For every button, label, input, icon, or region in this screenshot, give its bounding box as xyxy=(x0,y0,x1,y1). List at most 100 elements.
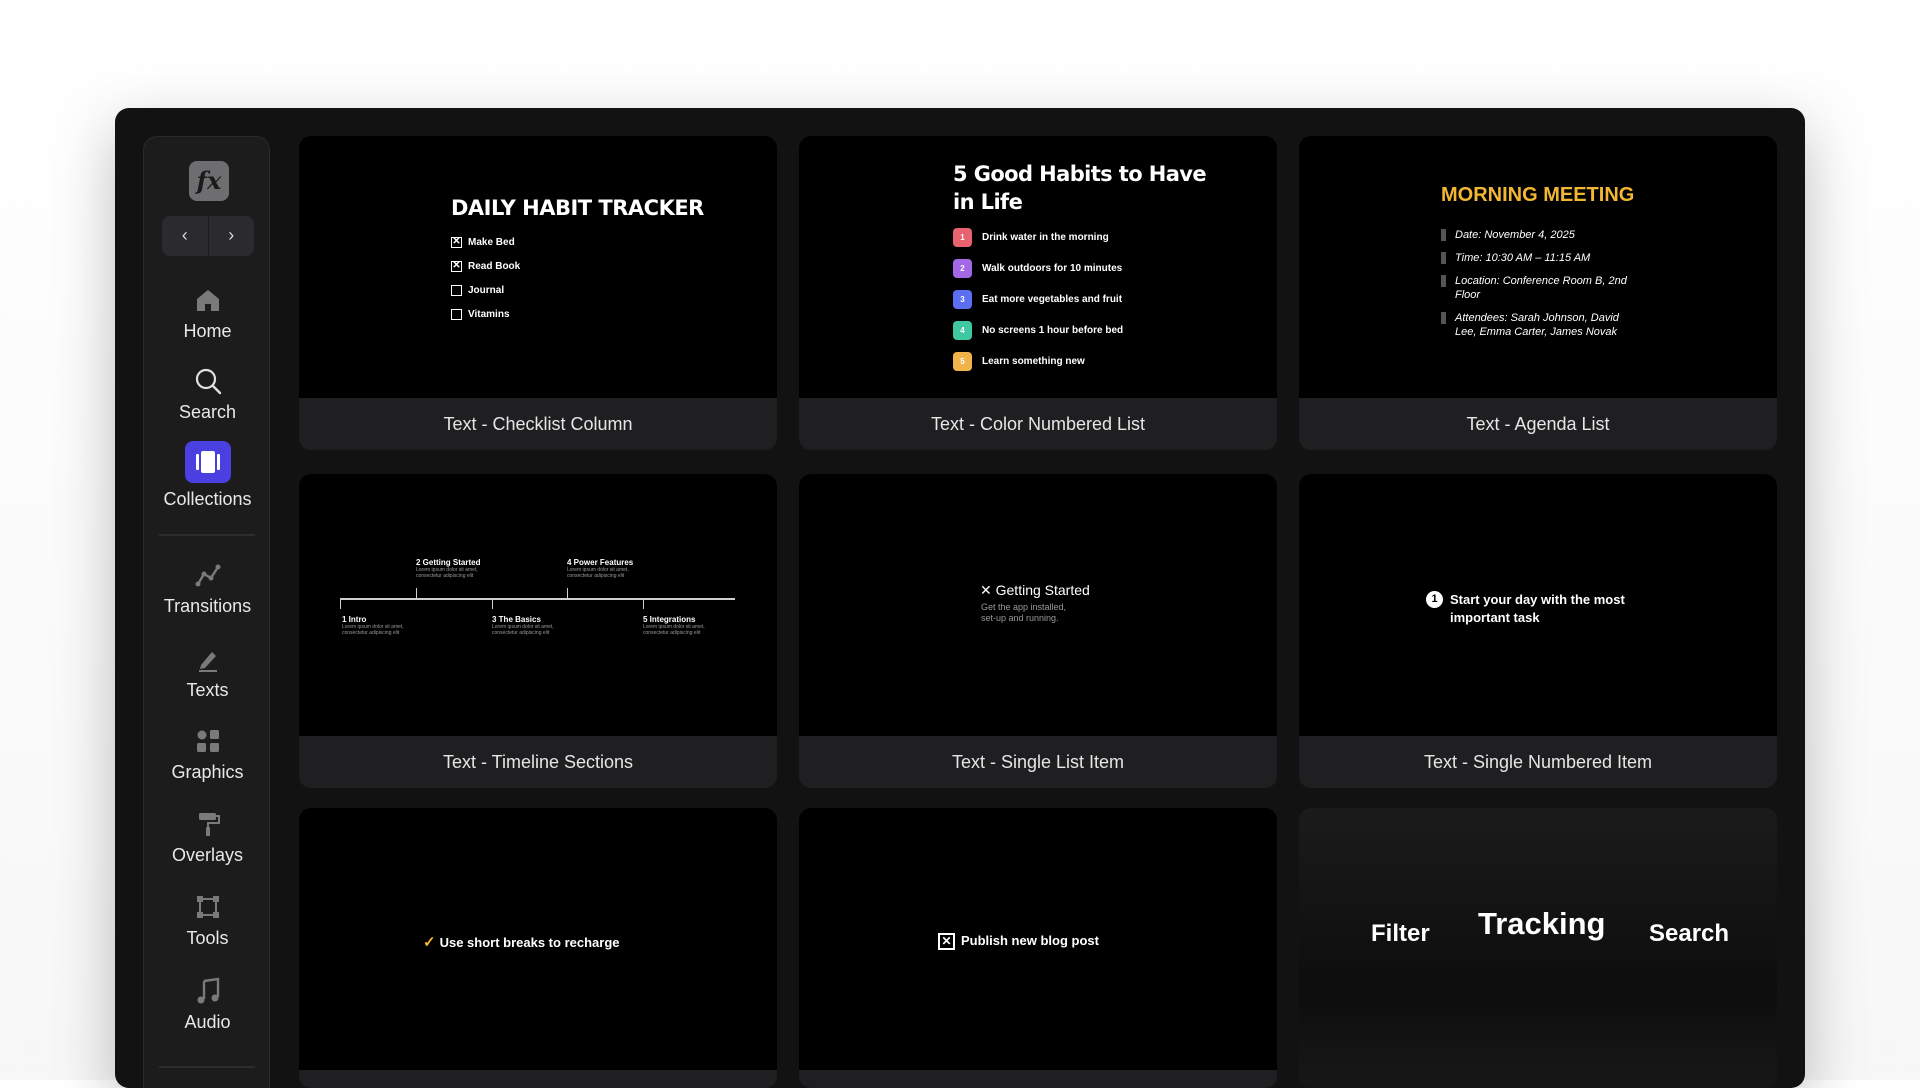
sidebar-divider xyxy=(159,534,255,536)
card-title: Text - Single Numbered Item xyxy=(1423,752,1653,772)
sidebar-item-transitions[interactable]: Transitions xyxy=(144,560,271,617)
sidebar-item-collections[interactable]: Collections xyxy=(144,441,271,510)
timeline-tick xyxy=(492,598,493,609)
timeline-section: 1 Intro Lorem ipsum dolor sit amet, cons… xyxy=(342,615,404,636)
agenda-list: Date: November 4, 2025 Time: 10:30 AM – … xyxy=(1441,228,1641,348)
card-preview: ✕ Getting Started Get the app installed,… xyxy=(799,474,1277,736)
timeline-section: 5 Integrations Lorem ipsum dolor sit ame… xyxy=(643,615,705,636)
timeline-tick xyxy=(340,598,341,609)
list-item: 4 No screens 1 hour before bed xyxy=(953,321,1123,352)
agenda-item: Location: Conference Room B, 2nd Floor xyxy=(1441,274,1641,302)
timeline-tick xyxy=(416,588,417,599)
template-card[interactable]: 1 Start your day with the most important… xyxy=(1299,474,1777,788)
template-card[interactable]: ✕ Getting Started Get the app installed,… xyxy=(799,474,1277,788)
checked-box-icon: ✕ xyxy=(451,259,462,272)
empty-box-icon xyxy=(451,284,462,296)
checklist: ✕ Make Bed ✕ Read Book Journal Vitamins xyxy=(451,236,520,332)
timeline-tick xyxy=(643,598,644,609)
list-item: 5 Learn something new xyxy=(953,352,1123,383)
list-item: 2 Walk outdoors for 10 minutes xyxy=(953,259,1123,290)
list-item: ✕ Getting Started xyxy=(980,582,1090,598)
template-card[interactable]: DAILY HABIT TRACKER ✕ Make Bed ✕ Read Book… xyxy=(299,136,777,450)
timeline-axis xyxy=(340,598,735,600)
sidebar-item-label: Home xyxy=(183,321,232,341)
preview-title: 5 Good Habits to Have in Life xyxy=(953,162,1207,214)
search-icon xyxy=(195,368,221,395)
paint-roller-icon xyxy=(198,813,220,836)
sidebar-item-label: Graphics xyxy=(171,762,244,782)
sidebar-item-label: Texts xyxy=(186,680,229,700)
number-badge: 2 xyxy=(953,259,972,278)
pen-icon xyxy=(198,652,217,672)
checklist-item: ✕ Make Bed xyxy=(451,235,515,248)
template-card[interactable]: ✓ Use short breaks to recharge xyxy=(299,808,777,1088)
number-badge: 5 xyxy=(953,352,972,371)
sidebar-item-label: Transitions xyxy=(163,596,252,616)
timeline-section: 2 Getting Started Lorem ipsum dolor sit … xyxy=(416,558,481,579)
app-window: fx ‹ › Home Search Collections Transitio… xyxy=(115,108,1805,1088)
checked-box-icon: ✕ xyxy=(451,235,462,248)
sidebar-item-search[interactable]: Search xyxy=(144,366,271,423)
template-card[interactable]: Filter Tracking Search xyxy=(1299,808,1777,1088)
card-preview: ✕ Publish new blog post xyxy=(799,808,1277,1070)
card-preview: 5 Good Habits to Have in Life 1 Drink wat… xyxy=(799,136,1277,398)
transitions-icon xyxy=(195,564,220,587)
app-logo[interactable]: fx xyxy=(189,161,229,201)
card-preview: DAILY HABIT TRACKER ✕ Make Bed ✕ Read Book… xyxy=(299,136,777,398)
home-icon xyxy=(196,290,219,311)
list-item: 3 Eat more vegetables and fruit xyxy=(953,290,1123,321)
preview-title: MORNING MEETING xyxy=(1441,184,1635,206)
forward-button[interactable]: › xyxy=(208,216,254,256)
list-item: ✓ Use short breaks to recharge xyxy=(423,934,620,951)
agenda-item: Date: November 4, 2025 xyxy=(1441,228,1641,242)
timeline-section: 3 The Basics Lorem ipsum dolor sit amet,… xyxy=(492,615,554,636)
collections-icon xyxy=(184,441,231,483)
sidebar-item-label: Collections xyxy=(163,489,252,509)
template-card[interactable]: MORNING MEETING Date: November 4, 2025 T… xyxy=(1299,136,1777,450)
agenda-item: Time: 10:30 AM – 11:15 AM xyxy=(1441,251,1641,265)
list-item: 1 Drink water in the morning xyxy=(953,228,1123,259)
tools-icon xyxy=(196,896,219,918)
list-item-sub: Get the app installed, set-up and runnin… xyxy=(981,602,1067,623)
sidebar-item-home[interactable]: Home xyxy=(144,285,271,342)
empty-box-icon xyxy=(451,308,462,320)
shapes-icon xyxy=(196,730,219,752)
timeline-section: 4 Power Features Lorem ipsum dolor sit a… xyxy=(567,558,634,579)
card-title: Text - Timeline Sections xyxy=(442,752,634,772)
template-card[interactable]: 2 Getting Started Lorem ipsum dolor sit … xyxy=(299,474,777,788)
music-note-icon xyxy=(197,977,219,1004)
sidebar-item-overlays[interactable]: Overlays xyxy=(144,809,271,866)
list-item: ✕ Publish new blog post xyxy=(938,933,1099,951)
card-preview: 2 Getting Started Lorem ipsum dolor sit … xyxy=(299,474,777,736)
sidebar-item-label: Audio xyxy=(184,1012,231,1032)
sidebar-divider xyxy=(159,1066,255,1068)
history-nav: ‹ › xyxy=(162,216,254,256)
sidebar-item-tools[interactable]: Tools xyxy=(144,892,271,949)
card-title: Text - Single List Item xyxy=(951,752,1125,772)
sidebar-item-audio[interactable]: Audio xyxy=(144,976,271,1033)
number-badge: 1 xyxy=(953,228,972,247)
back-button[interactable]: ‹ xyxy=(162,216,208,256)
checkmark-icon: ✓ xyxy=(423,934,436,951)
numbered-item-text: Start your day with the most important t… xyxy=(1450,592,1625,625)
checklist-item: Journal xyxy=(451,284,520,308)
card-title: Text - Checklist Column xyxy=(443,414,633,434)
number-badge: 4 xyxy=(953,321,972,340)
card-title: Text - Agenda List xyxy=(1466,414,1610,434)
number-badge: 1 xyxy=(1426,591,1443,608)
preview-word: Tracking xyxy=(1478,906,1606,941)
preview-word: Search xyxy=(1649,920,1730,947)
template-card[interactable]: 5 Good Habits to Have in Life 1 Drink wat… xyxy=(799,136,1277,450)
numbered-list: 1 Drink water in the morning 2 Walk outdoo… xyxy=(953,228,1123,383)
template-card[interactable]: ✕ Publish new blog post xyxy=(799,808,1277,1088)
close-icon: ✕ xyxy=(980,582,992,598)
card-preview: MORNING MEETING Date: November 4, 2025 T… xyxy=(1299,136,1777,398)
preview-word: Filter xyxy=(1371,920,1430,947)
card-preview: 1 Start your day with the most important… xyxy=(1299,474,1777,736)
sidebar-item-graphics[interactable]: Graphics xyxy=(144,726,271,783)
preview-title: DAILY HABIT TRACKER xyxy=(451,196,704,220)
sidebar-item-texts[interactable]: Texts xyxy=(144,644,271,701)
timeline-tick xyxy=(567,588,568,599)
checklist-item: Vitamins xyxy=(451,308,520,332)
agenda-item: Attendees: Sarah Johnson, David Lee, Emm… xyxy=(1441,311,1641,339)
